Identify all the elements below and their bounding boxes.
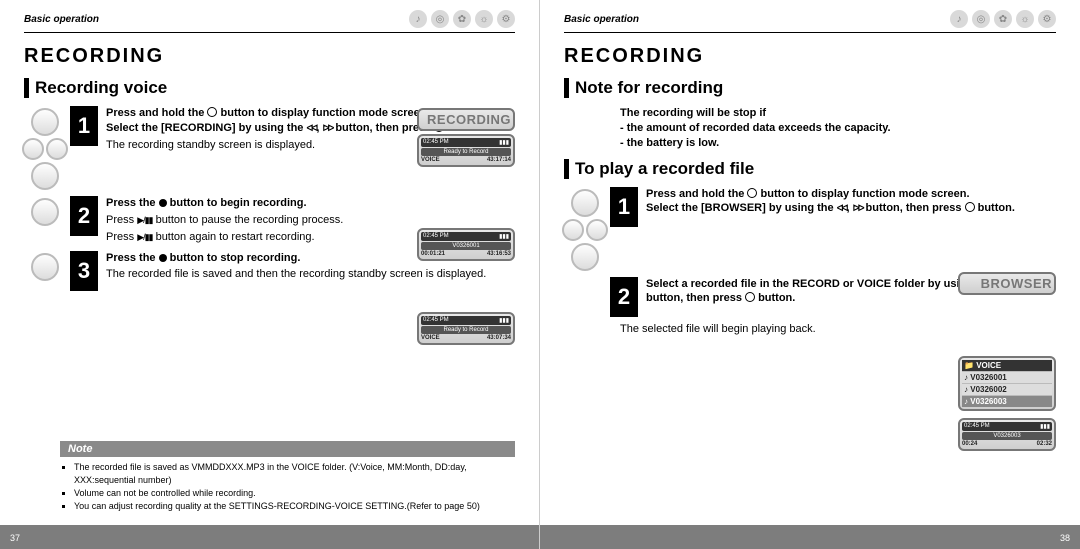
center-select-icon	[207, 107, 217, 117]
header-rule	[564, 32, 1056, 33]
page-number: 37	[10, 533, 20, 543]
music-mode-icon: ♪	[950, 10, 968, 28]
settings-mode-icon: ⚙	[1038, 10, 1056, 28]
screen-thumbnail-ready: 02:45 PM▮▮▮ Ready to Record VOICE43:07:3…	[417, 312, 515, 345]
control-dpad	[24, 108, 66, 190]
dpad-button	[31, 162, 59, 190]
header-row: Basic operation ♪ ◎ ✿ ☼ ⚙	[24, 8, 515, 30]
step-number: 2	[70, 196, 98, 236]
center-select-icon	[965, 202, 975, 212]
page-right: Basic operation ♪ ◎ ✿ ☼ ⚙ RECORDING Note…	[540, 0, 1080, 549]
mode-icon-strip: ♪ ◎ ✿ ☼ ⚙	[950, 10, 1056, 28]
center-select-icon	[747, 188, 757, 198]
fm-mode-icon: ◎	[972, 10, 990, 28]
play-pause-icon: ▶/▮▮	[137, 232, 152, 242]
step-number: 2	[610, 277, 638, 317]
mode-icon-strip: ♪ ◎ ✿ ☼ ⚙	[409, 10, 515, 28]
footer-bar	[540, 525, 1080, 549]
screen-thumbnail-recording: RECORDING 02:45 PM▮▮▮ Ready to Record VO…	[417, 108, 515, 167]
dpad-button	[586, 219, 608, 241]
settings-mode-icon: ⚙	[497, 10, 515, 28]
footer-bar	[0, 525, 539, 549]
page-title: RECORDING	[24, 45, 515, 68]
dpad-button	[31, 108, 59, 136]
page-number: 38	[1060, 533, 1070, 543]
warning-block: The recording will be stop if - the amou…	[620, 106, 1056, 151]
next-track-icon: ᐅᐅ	[853, 203, 863, 213]
dpad-button	[562, 219, 584, 241]
header-row: Basic operation ♪ ◎ ✿ ☼ ⚙	[564, 8, 1056, 30]
record-dot-icon	[159, 199, 167, 207]
browser-mode-icon: ☼	[475, 10, 493, 28]
fm-mode-icon: ◎	[431, 10, 449, 28]
page-title: RECORDING	[564, 45, 1056, 68]
step-1: 1 Press and hold the button to display f…	[564, 187, 1056, 271]
play-pause-icon: ▶/▮▮	[137, 215, 152, 225]
prev-track-icon: ᐊᐊ	[306, 123, 316, 133]
breadcrumb: Basic operation	[564, 14, 639, 25]
control-dpad	[24, 253, 66, 281]
section-heading: Recording voice	[24, 78, 515, 98]
control-dpad	[564, 189, 606, 271]
record-mode-icon: ✿	[994, 10, 1012, 28]
screen-thumbnail-browser: BROWSER	[958, 272, 1056, 295]
prev-track-icon: ᐊᐊ	[837, 203, 847, 213]
manual-spread: Basic operation ♪ ◎ ✿ ☼ ⚙ RECORDING Reco…	[0, 0, 1080, 549]
page-left: Basic operation ♪ ◎ ✿ ☼ ⚙ RECORDING Reco…	[0, 0, 540, 549]
next-track-icon: ᐅᐅ	[322, 123, 332, 133]
breadcrumb: Basic operation	[24, 14, 99, 25]
step-number: 3	[70, 251, 98, 291]
step-number: 1	[70, 106, 98, 146]
record-dot-icon	[159, 254, 167, 262]
note-item: The recorded file is saved as VMMDDXXX.M…	[74, 461, 515, 485]
center-select-icon	[745, 292, 755, 302]
note-item: You can adjust recording quality at the …	[74, 500, 515, 512]
note-item: Volume can not be controlled while recor…	[74, 487, 515, 499]
section-heading: Note for recording	[564, 78, 1056, 98]
header-rule	[24, 32, 515, 33]
screen-thumbnail-recording-active: 02:45 PM▮▮▮ V0326001 00:01:2143:16:53	[417, 228, 515, 261]
browser-mode-icon: ☼	[1016, 10, 1034, 28]
note-title: Note	[60, 441, 515, 457]
note-list: The recorded file is saved as VMMDDXXX.M…	[60, 457, 515, 512]
control-dpad	[24, 198, 66, 226]
screen-thumbnail-filelist: 📁 VOICE ♪ V0326001 ♪ V0326002 ♪ V0326003	[958, 356, 1056, 411]
note-box: Note The recorded file is saved as VMMDD…	[60, 441, 515, 513]
dpad-button	[31, 198, 59, 226]
step-number: 1	[610, 187, 638, 227]
dpad-button	[571, 243, 599, 271]
dpad-button	[22, 138, 44, 160]
screen-thumbnail-playback: 02:45 PM▮▮▮ V0326003 00:2402:32	[958, 418, 1056, 451]
section-heading: To play a recorded file	[564, 159, 1056, 179]
dpad-button	[31, 253, 59, 281]
music-mode-icon: ♪	[409, 10, 427, 28]
dpad-button	[571, 189, 599, 217]
dpad-button	[46, 138, 68, 160]
step-body: Press and hold the button to display fun…	[646, 187, 1056, 217]
step-sub: The selected file will begin playing bac…	[620, 323, 1056, 335]
record-mode-icon: ✿	[453, 10, 471, 28]
